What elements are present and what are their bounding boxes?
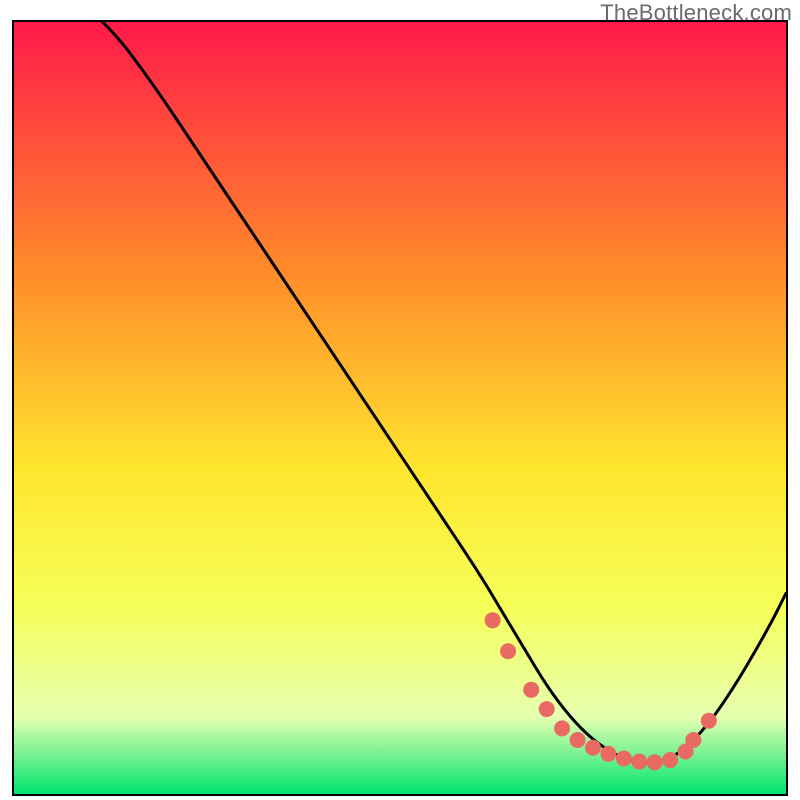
marker-point (616, 751, 632, 767)
highlight-markers (485, 612, 717, 770)
marker-point (554, 720, 570, 736)
plot-frame (12, 20, 788, 796)
marker-point (570, 732, 586, 748)
marker-point (647, 754, 663, 770)
marker-point (485, 612, 501, 628)
chart-overlay (14, 22, 786, 794)
marker-point (701, 713, 717, 729)
marker-point (585, 740, 601, 756)
marker-point (500, 643, 516, 659)
marker-point (600, 746, 616, 762)
marker-point (662, 752, 678, 768)
chart-canvas: TheBottleneck.com (0, 0, 800, 800)
marker-point (539, 701, 555, 717)
marker-point (685, 732, 701, 748)
curve-line (14, 22, 786, 763)
marker-point (631, 754, 647, 770)
marker-point (523, 682, 539, 698)
